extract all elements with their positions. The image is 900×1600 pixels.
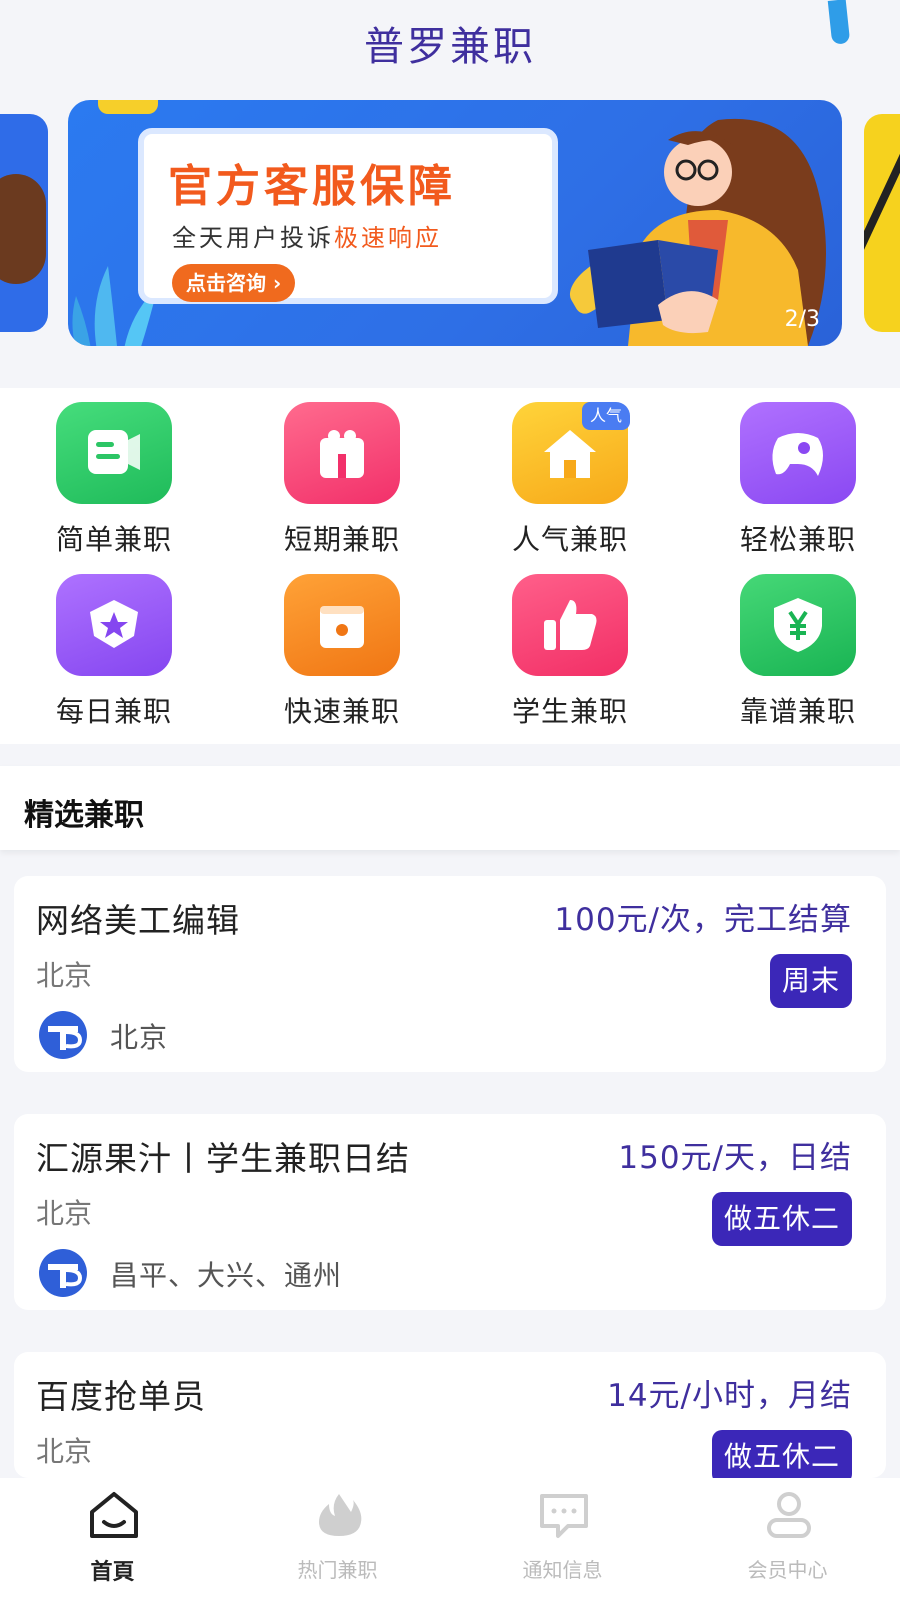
banner-subtitle: 全天用户投诉极速响应 xyxy=(172,218,442,253)
banner-carousel[interactable]: 官方客服保障 全天用户投诉极速响应 点击咨询 › 2/3 xyxy=(0,100,900,350)
category-reliable[interactable]: 靠谱兼职 xyxy=(708,574,888,730)
popular-badge: 人气 xyxy=(582,402,630,430)
house-icon: 人气 xyxy=(512,402,630,504)
category-popular[interactable]: 人气 人气兼职 xyxy=(480,402,660,558)
carousel-indicator: 2/3 xyxy=(784,307,820,332)
category-label: 靠谱兼职 xyxy=(739,695,856,728)
app-header: 普罗兼职 xyxy=(0,0,900,86)
category-label: 每日兼职 xyxy=(55,695,172,728)
category-label: 人气兼职 xyxy=(511,523,628,556)
job-card[interactable]: 汇源果汁丨学生兼职日结 150元/天，日结 北京 做五休二 昌平、大兴、通州 xyxy=(14,1114,886,1310)
gift-box-icon xyxy=(284,402,400,504)
job-city: 北京 xyxy=(36,959,93,992)
app-title: 普罗兼职 xyxy=(364,24,536,70)
consult-button[interactable]: 点击咨询 › xyxy=(172,264,296,302)
company-logo-icon xyxy=(39,1011,87,1059)
job-title: 网络美工编辑 xyxy=(36,901,240,940)
category-label: 快速兼职 xyxy=(283,695,400,728)
gamepad-icon xyxy=(740,402,856,504)
category-label: 轻松兼职 xyxy=(739,523,856,556)
flame-icon xyxy=(319,1494,362,1536)
job-pay: 14元/小时，月结 xyxy=(607,1378,852,1414)
tab-label: 通知信息 xyxy=(522,1558,603,1582)
job-card[interactable]: 百度抢单员 14元/小时，月结 北京 做五休二 xyxy=(14,1352,886,1484)
tab-notifications[interactable]: 通知信息 xyxy=(450,1478,675,1600)
job-pay: 100元/次，完工结算 xyxy=(554,902,852,938)
category-label: 短期兼职 xyxy=(283,523,400,556)
box-icon xyxy=(284,574,400,676)
job-title: 百度抢单员 xyxy=(36,1377,206,1416)
category-student[interactable]: 学生兼职 xyxy=(480,574,660,730)
banner-headline: 官方客服保障 xyxy=(168,161,456,212)
featured-section-header: 精选兼职 xyxy=(0,766,900,850)
banner-subtitle-highlight: 极速响应 xyxy=(334,224,442,252)
thumbs-up-icon xyxy=(512,574,628,676)
job-area: 北京 xyxy=(110,1021,169,1054)
user-icon xyxy=(767,1492,811,1538)
tab-hot-jobs[interactable]: 热门兼职 xyxy=(225,1478,450,1600)
category-label: 简单兼职 xyxy=(55,523,172,556)
category-simple[interactable]: 简单兼职 xyxy=(24,402,204,558)
bottom-tab-bar: 首頁 热门兼职 通知信息 会员中心 xyxy=(0,1478,900,1600)
home-icon xyxy=(90,1492,138,1538)
job-card[interactable]: 网络美工编辑 100元/次，完工结算 北京 周末 北京 xyxy=(14,876,886,1072)
section-title: 精选兼职 xyxy=(24,798,144,833)
job-pay: 150元/天，日结 xyxy=(618,1140,852,1176)
banner-promo-card: 官方客服保障 全天用户投诉极速响应 点击咨询 › xyxy=(138,128,558,304)
job-schedule-tag: 做五休二 xyxy=(711,1430,852,1484)
category-grid: 简单兼职 短期兼职 人气 人气兼职 轻松兼职 每日兼职 快速兼职 学生兼职 靠谱… xyxy=(0,388,900,744)
company-logo-icon xyxy=(39,1249,87,1297)
job-schedule-tag: 周末 xyxy=(769,954,852,1008)
carousel-prev-card[interactable] xyxy=(0,114,48,332)
message-icon xyxy=(540,1494,588,1538)
carousel-banner[interactable]: 官方客服保障 全天用户投诉极速响应 点击咨询 › 2/3 xyxy=(68,100,842,346)
job-schedule-tag: 做五休二 xyxy=(711,1192,852,1246)
job-city: 北京 xyxy=(36,1197,93,1230)
category-fast[interactable]: 快速兼职 xyxy=(252,574,432,730)
chat-doc-icon xyxy=(56,402,172,504)
job-area: 昌平、大兴、通州 xyxy=(110,1259,343,1292)
yuan-shield-icon xyxy=(740,574,856,676)
job-title: 汇源果汁丨学生兼职日结 xyxy=(36,1139,410,1178)
category-easy[interactable]: 轻松兼职 xyxy=(708,402,888,558)
tab-home[interactable]: 首頁 xyxy=(0,1478,225,1600)
category-daily[interactable]: 每日兼职 xyxy=(24,574,204,730)
banner-subtitle-prefix: 全天用户投诉 xyxy=(172,224,334,252)
category-short-term[interactable]: 短期兼职 xyxy=(252,402,432,558)
star-badge-icon xyxy=(56,574,172,676)
carousel-next-card[interactable] xyxy=(864,114,900,332)
decorative-stroke xyxy=(827,0,851,45)
tab-label: 会员中心 xyxy=(747,1558,828,1582)
job-city: 北京 xyxy=(36,1435,93,1468)
tab-label: 首頁 xyxy=(90,1560,135,1585)
banner-decoration xyxy=(98,100,158,114)
category-label: 学生兼职 xyxy=(511,695,628,728)
tab-label: 热门兼职 xyxy=(297,1558,378,1582)
tab-member-center[interactable]: 会员中心 xyxy=(675,1478,900,1600)
